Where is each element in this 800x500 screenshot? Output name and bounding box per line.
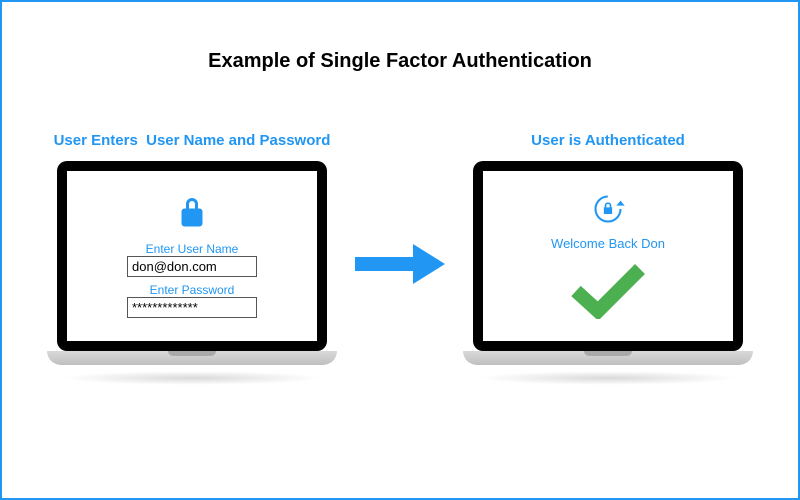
laptop-right-bezel: Welcome Back Don: [473, 161, 743, 351]
refresh-lock-icon: [588, 189, 628, 234]
laptop-left-bezel: Enter User Name Enter Password: [57, 161, 327, 351]
username-label: Enter User Name: [146, 242, 239, 256]
left-column: User Enters User Name and Password Enter…: [47, 132, 337, 385]
laptop-right-screen: Welcome Back Don: [483, 171, 733, 341]
arrow-icon: [355, 242, 445, 291]
right-caption: User is Authenticated: [531, 132, 685, 149]
right-column: User is Authenticated Welcome Back Don: [463, 132, 753, 385]
checkmark-icon: [568, 251, 648, 324]
password-label: Enter Password: [150, 283, 235, 297]
laptop-right: Welcome Back Don: [463, 161, 753, 385]
laptop-left: Enter User Name Enter Password: [47, 161, 337, 385]
laptop-right-shadow: [478, 371, 738, 385]
diagram-stage: User Enters User Name and Password Enter…: [2, 132, 798, 385]
laptop-left-shadow: [62, 371, 322, 385]
laptop-right-base: [463, 351, 753, 365]
username-input[interactable]: [127, 256, 257, 277]
laptop-left-screen: Enter User Name Enter Password: [67, 171, 317, 341]
password-input[interactable]: [127, 297, 257, 318]
welcome-text: Welcome Back Don: [551, 236, 665, 251]
lock-icon: [174, 195, 210, 236]
left-caption: User Enters User Name and Password: [54, 132, 331, 149]
diagram-title: Example of Single Factor Authentication: [2, 50, 798, 73]
laptop-left-base: [47, 351, 337, 365]
